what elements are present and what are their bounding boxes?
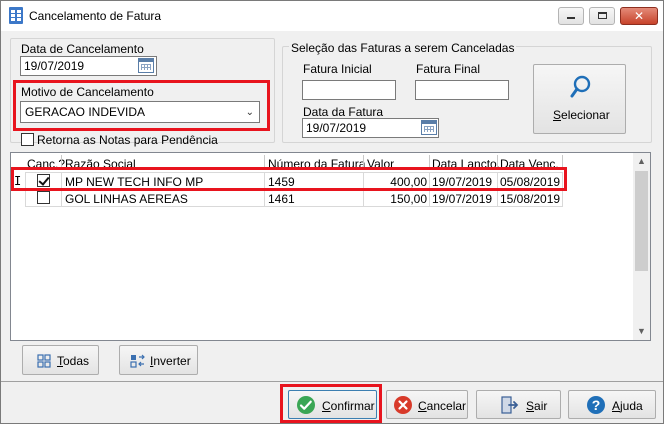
scroll-down-icon[interactable]: ▼ bbox=[633, 323, 650, 340]
calendar-icon[interactable] bbox=[421, 120, 437, 135]
selecionar-button[interactable]: Selecionar bbox=[533, 64, 626, 134]
exit-door-icon bbox=[501, 396, 519, 414]
row-2-canc-checkbox[interactable] bbox=[37, 191, 50, 204]
fatura-final-input[interactable] bbox=[415, 80, 509, 100]
minimize-icon bbox=[567, 17, 575, 19]
close-icon: ✕ bbox=[633, 9, 645, 23]
bottom-separator bbox=[1, 381, 663, 382]
cancelar-label: Cancelar bbox=[418, 399, 467, 413]
minimize-button[interactable] bbox=[558, 7, 584, 25]
confirmar-button[interactable]: Confirmar bbox=[288, 390, 377, 419]
check-circle-icon bbox=[297, 396, 315, 414]
close-button[interactable]: ✕ bbox=[620, 7, 658, 25]
dialog-window: Cancelamento de Fatura ✕ Data de Cancela… bbox=[0, 0, 664, 424]
help-icon: ? bbox=[587, 396, 605, 414]
data-fatura-label: Data da Fatura bbox=[303, 105, 384, 119]
calendar-icon[interactable] bbox=[138, 58, 154, 73]
todas-button[interactable]: Todas bbox=[22, 345, 99, 375]
motivo-select[interactable]: GERACAO INDEVIDA ⌄ bbox=[20, 101, 260, 123]
row-highlight bbox=[11, 167, 567, 191]
row-2-razao: GOL LINHAS AEREAS bbox=[65, 192, 188, 206]
window-title: Cancelamento de Fatura bbox=[29, 9, 162, 23]
fatura-final-label: Fatura Final bbox=[416, 62, 481, 76]
maximize-icon bbox=[597, 12, 607, 19]
title-bar[interactable]: Cancelamento de Fatura ✕ bbox=[1, 1, 663, 31]
data-cancelamento-label: Data de Cancelamento bbox=[21, 42, 144, 56]
invert-selection-icon bbox=[130, 354, 145, 368]
row-2-valor: 150,00 bbox=[390, 192, 427, 206]
motivo-label: Motivo de Cancelamento bbox=[21, 85, 154, 99]
inverter-button[interactable]: Inverter bbox=[119, 345, 198, 375]
ajuda-label: Ajuda bbox=[612, 399, 643, 413]
row-2-numero: 1461 bbox=[268, 192, 295, 206]
cancelar-button[interactable]: Cancelar bbox=[386, 390, 468, 419]
maximize-button[interactable] bbox=[589, 7, 615, 25]
vertical-scrollbar[interactable]: ▲ ▼ bbox=[633, 153, 650, 340]
select-all-icon bbox=[37, 354, 51, 368]
scroll-thumb[interactable] bbox=[635, 171, 648, 271]
search-icon bbox=[570, 75, 591, 98]
ajuda-button[interactable]: ? Ajuda bbox=[568, 390, 656, 419]
chevron-down-icon: ⌄ bbox=[245, 107, 254, 118]
scroll-up-icon[interactable]: ▲ bbox=[633, 153, 650, 170]
todas-label: Todas bbox=[57, 354, 90, 368]
selecionar-label: Selecionar bbox=[553, 108, 610, 122]
data-cancelamento-field[interactable]: 19/07/2019 bbox=[20, 56, 157, 76]
fatura-inicial-input[interactable] bbox=[302, 80, 396, 100]
inverter-label: Inverter bbox=[150, 354, 191, 368]
motivo-value: GERACAO INDEVIDA bbox=[25, 105, 146, 119]
row-2-lancto: 19/07/2019 bbox=[432, 192, 493, 206]
confirmar-label: Confirmar bbox=[322, 399, 375, 413]
data-fatura-field[interactable]: 19/07/2019 bbox=[302, 118, 439, 138]
sair-label: Sair bbox=[526, 399, 548, 413]
row-2-venc: 15/08/2019 bbox=[500, 192, 561, 206]
fatura-inicial-label: Fatura Inicial bbox=[303, 62, 372, 76]
retorna-checkbox[interactable] bbox=[21, 133, 34, 146]
svg-text:?: ? bbox=[592, 397, 601, 413]
retorna-label: Retorna as Notas para Pendência bbox=[37, 133, 218, 147]
app-grid-icon bbox=[9, 7, 23, 24]
cancel-circle-icon bbox=[394, 396, 412, 414]
selecao-group-label: Seleção das Faturas a serem Canceladas bbox=[289, 41, 517, 55]
sair-button[interactable]: Sair bbox=[476, 390, 561, 419]
